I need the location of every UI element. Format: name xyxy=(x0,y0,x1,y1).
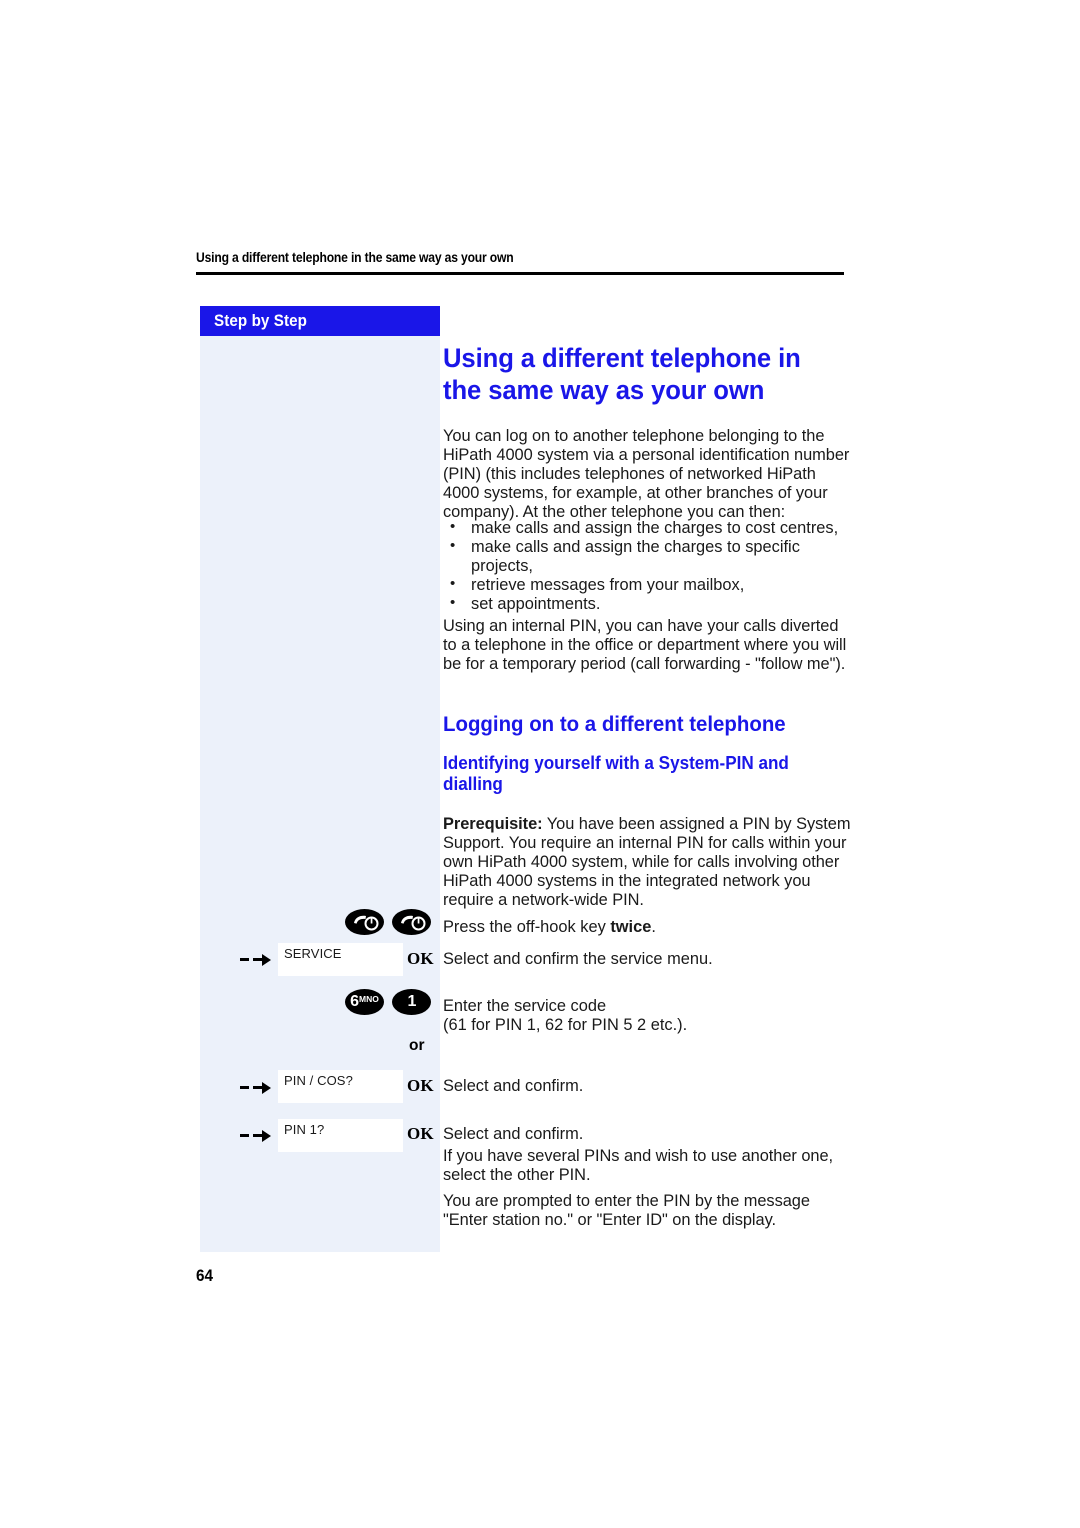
dashed-arrow-icon xyxy=(240,953,276,967)
step-1-text-pre: Press the off-hook key xyxy=(443,918,611,936)
keypad-key-6-icon[interactable]: 6 MNO xyxy=(345,989,384,1015)
list-item: retrieve messages from your mailbox, xyxy=(443,575,861,595)
display-text: PIN 1? xyxy=(284,1122,325,1137)
step-3-line-1: Enter the service code xyxy=(443,997,607,1015)
step-2-instruction: Select and confirm the service menu. xyxy=(443,950,713,968)
off-hook-key-group xyxy=(345,909,435,935)
off-hook-key-icon[interactable] xyxy=(392,909,432,935)
list-item: make calls and assign the charges to cos… xyxy=(443,518,861,538)
step-by-step-banner: Step by Step xyxy=(200,306,440,336)
keypad-key-group: 6 MNO 1 xyxy=(345,989,435,1015)
capability-list: make calls and assign the charges to cos… xyxy=(443,518,861,614)
running-header: Using a different telephone in the same … xyxy=(196,250,514,265)
step-3-line-2: (61 for PIN 1, 62 for PIN 5 2 etc.). xyxy=(443,1015,688,1034)
step-1-instruction: Press the off-hook key twice. xyxy=(443,918,861,937)
closing-paragraph-2: You are prompted to enter the PIN by the… xyxy=(443,1192,810,1229)
prerequisite-label: Prerequisite: xyxy=(443,815,543,833)
list-item: set appointments. xyxy=(443,594,861,614)
key-digit: 1 xyxy=(407,993,417,1010)
off-hook-key-icon[interactable] xyxy=(345,909,384,935)
closing-paragraph-1: If you have several PINs and wish to use… xyxy=(443,1147,834,1184)
header-rule xyxy=(196,272,844,275)
or-separator: or xyxy=(409,1037,425,1054)
prerequisite-paragraph: Prerequisite: You have been assigned a P… xyxy=(443,815,855,910)
display-field-service[interactable]: SERVICE xyxy=(278,943,403,976)
step-1-text-post: . xyxy=(651,918,656,936)
document-page: Using a different telephone in the same … xyxy=(0,0,1080,1528)
page-number: 64 xyxy=(196,1266,214,1285)
step-by-step-label: Step by Step xyxy=(214,312,308,330)
dashed-arrow-icon xyxy=(240,1081,276,1095)
keypad-key-1-icon[interactable]: 1 xyxy=(392,989,432,1015)
ok-key-service[interactable]: OK xyxy=(407,949,434,969)
intro-paragraph: You can log on to another telephone belo… xyxy=(443,427,850,521)
subsection-heading: Identifying yourself with a System-PIN a… xyxy=(443,753,789,794)
key-digit: 6 xyxy=(350,993,360,1010)
step-by-step-panel xyxy=(200,336,440,1252)
ok-key-pin-cos[interactable]: OK xyxy=(407,1076,434,1096)
step-4-instruction: Select and confirm. xyxy=(443,1077,584,1095)
step-5-instruction: Select and confirm. xyxy=(443,1125,584,1143)
display-field-pin-cos[interactable]: PIN / COS? xyxy=(278,1070,403,1103)
dashed-arrow-icon xyxy=(240,1129,276,1143)
ok-key-pin1[interactable]: OK xyxy=(407,1124,434,1144)
display-text: PIN / COS? xyxy=(284,1073,353,1088)
display-text: SERVICE xyxy=(284,946,342,961)
key-letters: MNO xyxy=(359,994,379,1004)
section-heading: Logging on to a different telephone xyxy=(443,712,786,736)
page-title: Using a different telephone in the same … xyxy=(443,343,801,405)
display-field-pin1[interactable]: PIN 1? xyxy=(278,1119,403,1152)
internal-pin-paragraph: Using an internal PIN, you can have your… xyxy=(443,617,847,673)
step-1-emphasis: twice xyxy=(610,918,652,936)
step-3-instruction: Enter the service code (61 for PIN 1, 62 … xyxy=(443,997,861,1035)
list-item: make calls and assign the charges to spe… xyxy=(443,537,861,576)
